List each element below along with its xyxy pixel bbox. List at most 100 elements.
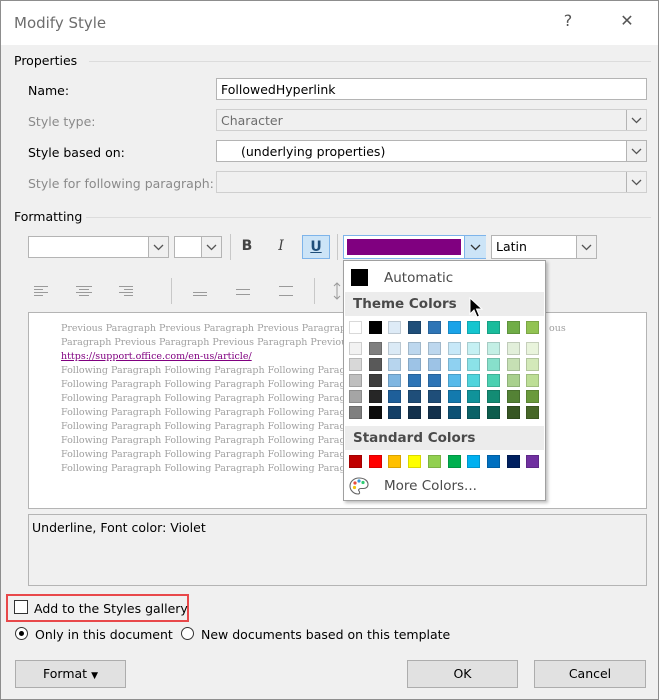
theme-color-shade-swatch[interactable] xyxy=(408,342,422,355)
theme-color-shade-swatch[interactable] xyxy=(467,374,481,387)
underline-button[interactable]: U xyxy=(302,235,330,259)
theme-color-shade-swatch[interactable] xyxy=(427,342,441,355)
font-size-select[interactable] xyxy=(174,236,222,258)
only-this-document-radio[interactable] xyxy=(15,627,28,640)
theme-color-shade-swatch[interactable] xyxy=(467,390,481,403)
theme-color-shade-swatch[interactable] xyxy=(427,374,441,387)
theme-color-shade-swatch[interactable] xyxy=(526,406,540,419)
script-select[interactable]: Latin xyxy=(491,235,597,259)
font-color-picker[interactable] xyxy=(343,235,486,259)
close-button[interactable]: ✕ xyxy=(612,11,642,30)
add-to-gallery-checkbox[interactable] xyxy=(14,600,28,614)
theme-color-swatch[interactable] xyxy=(388,321,402,334)
theme-color-shade-swatch[interactable] xyxy=(408,374,422,387)
standard-color-swatch[interactable] xyxy=(368,455,382,468)
theme-color-shade-swatch[interactable] xyxy=(506,374,520,387)
one-half-spacing-icon[interactable] xyxy=(236,286,250,300)
theme-color-shade-swatch[interactable] xyxy=(447,374,461,387)
based-on-select[interactable]: (underlying properties) xyxy=(216,140,647,162)
font-name-select[interactable] xyxy=(28,236,169,258)
more-colors-option[interactable]: More Colors... xyxy=(345,474,544,498)
theme-color-swatch[interactable] xyxy=(467,321,481,334)
theme-color-shade-swatch[interactable] xyxy=(427,390,441,403)
theme-color-shade-swatch[interactable] xyxy=(427,358,441,371)
standard-color-swatch[interactable] xyxy=(506,455,520,468)
theme-color-shade-swatch[interactable] xyxy=(368,374,382,387)
theme-color-shade-swatch[interactable] xyxy=(408,406,422,419)
theme-color-shade-swatch[interactable] xyxy=(388,390,402,403)
standard-color-swatch[interactable] xyxy=(408,455,422,468)
theme-color-shade-swatch[interactable] xyxy=(368,358,382,371)
theme-color-shade-swatch[interactable] xyxy=(349,374,362,387)
automatic-color-option[interactable]: Automatic xyxy=(345,265,544,291)
theme-color-shade-swatch[interactable] xyxy=(349,358,362,371)
theme-color-shade-swatch[interactable] xyxy=(486,358,500,371)
theme-color-swatch[interactable] xyxy=(486,321,500,334)
theme-color-shade-swatch[interactable] xyxy=(467,342,481,355)
color-dropdown-arrow[interactable] xyxy=(464,236,486,258)
standard-color-swatch[interactable] xyxy=(388,455,402,468)
style-type-select[interactable]: Character xyxy=(216,109,647,131)
theme-color-shade-swatch[interactable] xyxy=(467,358,481,371)
theme-color-swatch[interactable] xyxy=(526,321,540,334)
theme-color-shade-swatch[interactable] xyxy=(526,374,540,387)
standard-color-swatch[interactable] xyxy=(447,455,461,468)
new-documents-radio[interactable] xyxy=(181,627,194,640)
single-spacing-icon[interactable] xyxy=(193,287,207,301)
standard-color-swatch[interactable] xyxy=(349,455,362,468)
theme-color-shade-swatch[interactable] xyxy=(388,342,402,355)
theme-color-shade-swatch[interactable] xyxy=(486,406,500,419)
theme-color-shade-swatch[interactable] xyxy=(486,374,500,387)
theme-color-shade-swatch[interactable] xyxy=(486,342,500,355)
format-menu-button[interactable]: Format ▼ xyxy=(15,660,126,688)
theme-color-shade-swatch[interactable] xyxy=(349,342,362,355)
theme-color-shade-swatch[interactable] xyxy=(506,342,520,355)
align-center-icon[interactable] xyxy=(76,285,92,300)
theme-color-shade-swatch[interactable] xyxy=(506,390,520,403)
theme-color-shade-swatch[interactable] xyxy=(388,374,402,387)
theme-color-swatch[interactable] xyxy=(447,321,461,334)
theme-color-shade-swatch[interactable] xyxy=(447,406,461,419)
theme-color-swatch[interactable] xyxy=(349,321,362,334)
theme-color-shade-swatch[interactable] xyxy=(526,358,540,371)
cancel-button[interactable]: Cancel xyxy=(534,660,646,688)
theme-color-swatch[interactable] xyxy=(506,321,520,334)
standard-color-swatch[interactable] xyxy=(427,455,441,468)
double-spacing-icon[interactable] xyxy=(279,285,293,300)
standard-color-swatch[interactable] xyxy=(526,455,540,468)
theme-color-shade-swatch[interactable] xyxy=(486,390,500,403)
theme-color-shade-swatch[interactable] xyxy=(506,358,520,371)
standard-color-swatch[interactable] xyxy=(486,455,500,468)
theme-color-shade-swatch[interactable] xyxy=(408,390,422,403)
theme-color-swatch[interactable] xyxy=(408,321,422,334)
theme-color-shade-swatch[interactable] xyxy=(526,342,540,355)
theme-color-swatch[interactable] xyxy=(427,321,441,334)
standard-color-swatch[interactable] xyxy=(467,455,481,468)
theme-color-shade-swatch[interactable] xyxy=(368,390,382,403)
theme-color-shade-swatch[interactable] xyxy=(349,390,362,403)
theme-color-shade-swatch[interactable] xyxy=(388,358,402,371)
theme-color-shade-swatch[interactable] xyxy=(526,390,540,403)
theme-color-swatch[interactable] xyxy=(368,321,382,334)
theme-color-shade-swatch[interactable] xyxy=(349,406,362,419)
theme-color-shade-swatch[interactable] xyxy=(368,406,382,419)
theme-color-shade-swatch[interactable] xyxy=(368,342,382,355)
theme-color-shade-swatch[interactable] xyxy=(388,406,402,419)
align-left-icon[interactable] xyxy=(34,285,48,300)
theme-color-shade-swatch[interactable] xyxy=(447,390,461,403)
theme-color-shade-swatch[interactable] xyxy=(447,342,461,355)
theme-color-shade-swatch[interactable] xyxy=(427,406,441,419)
toolbar-divider xyxy=(337,234,338,260)
bold-button[interactable]: B xyxy=(235,235,259,259)
align-right-icon[interactable] xyxy=(119,285,133,300)
name-input[interactable]: FollowedHyperlink xyxy=(216,78,647,100)
theme-color-shade-swatch[interactable] xyxy=(447,358,461,371)
italic-button[interactable]: I xyxy=(269,235,293,259)
help-button[interactable]: ? xyxy=(553,11,583,30)
theme-color-shade-swatch[interactable] xyxy=(506,406,520,419)
theme-color-shade-swatch[interactable] xyxy=(408,358,422,371)
ok-button[interactable]: OK xyxy=(407,660,518,688)
paragraph-spacing-icon[interactable] xyxy=(332,282,342,303)
following-paragraph-select[interactable] xyxy=(216,171,647,193)
theme-color-shade-swatch[interactable] xyxy=(467,406,481,419)
